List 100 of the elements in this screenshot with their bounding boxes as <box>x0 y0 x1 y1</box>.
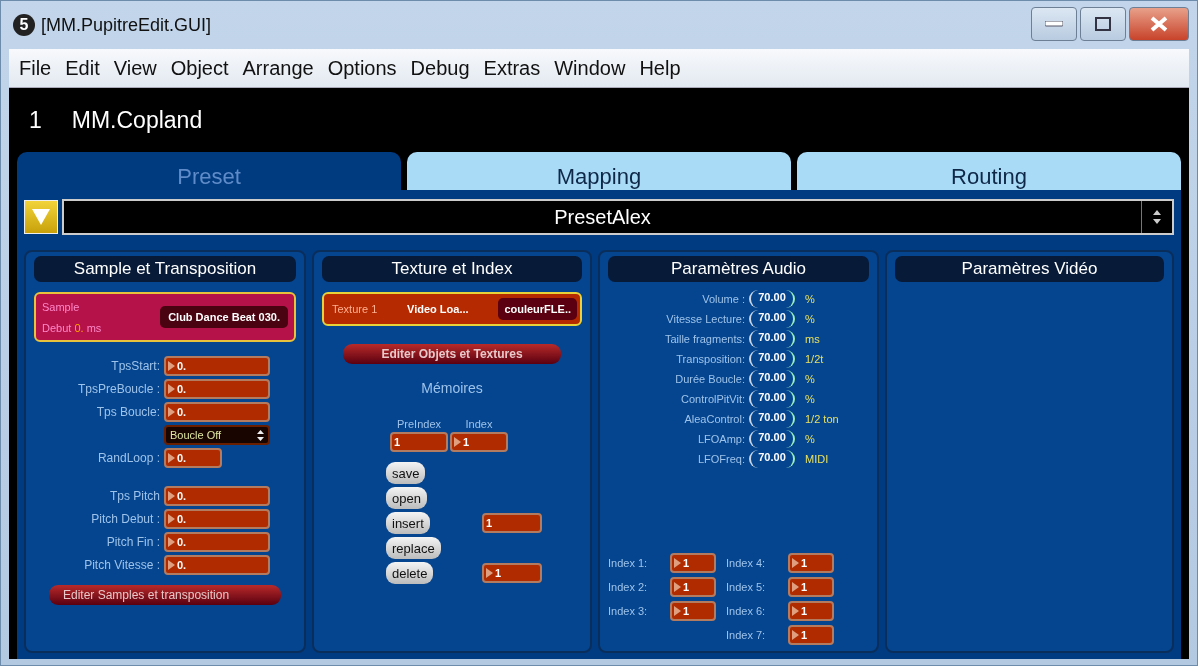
param-unit: % <box>805 293 816 305</box>
triangle-icon <box>168 491 175 501</box>
triangle-icon <box>792 582 799 592</box>
index-label: Index 2: <box>608 581 649 593</box>
memories-label: Mémoires <box>420 380 484 396</box>
param-number-field[interactable]: 70.00 <box>749 430 795 448</box>
menu-item[interactable]: Options <box>327 56 397 80</box>
field-label: Pitch Debut : <box>90 512 160 526</box>
triangle-icon <box>792 630 799 640</box>
param-label: ControlPitVit: <box>680 393 745 405</box>
tab[interactable]: Mapping <box>407 152 791 190</box>
triangle-icon <box>168 361 175 371</box>
memory-button[interactable]: replace <box>386 537 441 559</box>
panel-title: Sample et Transposition <box>34 256 296 282</box>
param-number-field[interactable]: 70.00 <box>749 310 795 328</box>
edit-samples-button[interactable]: Editer Samples et transposition <box>49 585 281 605</box>
param-label: Taille fragments: <box>663 333 745 345</box>
minimize-button[interactable] <box>1031 7 1077 41</box>
menu-item[interactable]: Help <box>639 56 681 80</box>
loop-mode-dropdown[interactable]: Boucle Off <box>164 425 270 445</box>
maximize-icon <box>1095 17 1111 31</box>
panel-title: Paramètres Vidéo <box>895 256 1164 282</box>
menu-item[interactable]: Arrange <box>242 56 314 80</box>
texture-label: Texture 1 <box>332 303 378 315</box>
tab[interactable]: Routing <box>797 152 1181 190</box>
number-field[interactable]: 0. <box>164 532 270 552</box>
field-label: Pitch Vitesse : <box>83 558 160 572</box>
preindex-field[interactable]: 1 <box>390 432 448 452</box>
menu-item[interactable]: View <box>113 56 157 80</box>
index-field[interactable]: 1 <box>788 553 834 573</box>
index-label: Index 5: <box>726 581 767 593</box>
param-number-field[interactable]: 70.00 <box>749 390 795 408</box>
index-field[interactable]: 1 <box>670 601 716 621</box>
param-label: LFOFreq: <box>696 453 745 465</box>
index-field[interactable]: 1 <box>788 601 834 621</box>
param-unit: % <box>805 313 816 325</box>
number-field[interactable]: 0. <box>164 379 270 399</box>
param-number-field[interactable]: 70.00 <box>749 350 795 368</box>
texture-color-button[interactable]: couleurFLE.. <box>498 298 577 320</box>
index-field[interactable]: 1 <box>788 625 834 645</box>
menu-item[interactable]: Edit <box>65 56 100 80</box>
memory-button[interactable]: delete <box>386 562 434 584</box>
triangle-icon <box>168 384 175 394</box>
memory-button[interactable]: save <box>386 462 426 484</box>
close-icon <box>1150 16 1168 32</box>
menu-item[interactable]: Extras <box>483 56 541 80</box>
preset-selector[interactable]: PresetAlex <box>62 199 1174 235</box>
triangle-icon <box>168 537 175 547</box>
index-label: Index 6: <box>726 605 767 617</box>
panel-title: Paramètres Audio <box>608 256 869 282</box>
close-button[interactable] <box>1129 7 1189 41</box>
triangle-icon <box>674 606 681 616</box>
param-label: Volume : <box>701 293 745 305</box>
param-number-field[interactable]: 70.00 <box>749 330 795 348</box>
maximize-button[interactable] <box>1080 7 1126 41</box>
index-label: Index <box>465 418 493 430</box>
number-field[interactable]: 0. <box>164 486 270 506</box>
index-field[interactable]: 1 <box>670 553 716 573</box>
triangle-icon <box>168 514 175 524</box>
param-unit: ms <box>805 333 821 345</box>
sample-label: Sample <box>42 300 81 313</box>
index-field[interactable]: 1 <box>670 577 716 597</box>
memory-number-field[interactable]: 1 <box>482 563 542 583</box>
texture-name[interactable]: Video Loa... <box>407 303 469 315</box>
param-label: Durée Boucle: <box>674 373 745 385</box>
param-label: Transposition: <box>675 353 745 365</box>
param-unit: 1/2 ton <box>805 413 840 425</box>
index-label: Index 3: <box>608 605 649 617</box>
param-number-field[interactable]: 70.00 <box>749 410 795 428</box>
menu-item[interactable]: Window <box>554 56 626 80</box>
edit-objects-button[interactable]: Editer Objets et Textures <box>343 344 561 364</box>
number-field[interactable]: 0. <box>164 356 270 376</box>
window-title: [MM.PupitreEdit.GUI] <box>41 14 213 36</box>
triangle-icon <box>792 558 799 568</box>
sample-file-button[interactable]: Club Dance Beat 030. <box>160 306 288 328</box>
menu-item[interactable]: Debug <box>410 56 470 80</box>
param-unit: % <box>805 433 816 445</box>
field-label: TpsPreBoucle : <box>76 382 160 396</box>
index-field[interactable]: 1 <box>450 432 508 452</box>
memory-button[interactable]: insert <box>386 512 430 534</box>
memory-button[interactable]: open <box>386 487 427 509</box>
patch-name: MM.Copland <box>71 106 203 134</box>
index-field[interactable]: 1 <box>788 577 834 597</box>
param-number-field[interactable]: 70.00 <box>749 450 795 468</box>
number-field[interactable]: 0. <box>164 448 222 468</box>
spinner-icon <box>1153 210 1161 224</box>
memory-number-field[interactable]: 1 <box>482 513 542 533</box>
menu-item[interactable]: Object <box>170 56 229 80</box>
param-number-field[interactable]: 70.00 <box>749 290 795 308</box>
spinner-icon <box>257 429 264 441</box>
param-unit: % <box>805 393 816 405</box>
number-field[interactable]: 0. <box>164 402 270 422</box>
menu-item[interactable]: File <box>19 56 52 80</box>
app-badge-icon: 5 <box>13 14 35 36</box>
minimize-icon <box>1045 21 1063 27</box>
dropdown-toggle-icon[interactable] <box>24 200 58 234</box>
index-label: Index 1: <box>608 557 649 569</box>
number-field[interactable]: 0. <box>164 509 270 529</box>
param-number-field[interactable]: 70.00 <box>749 370 795 388</box>
number-field[interactable]: 0. <box>164 555 270 575</box>
